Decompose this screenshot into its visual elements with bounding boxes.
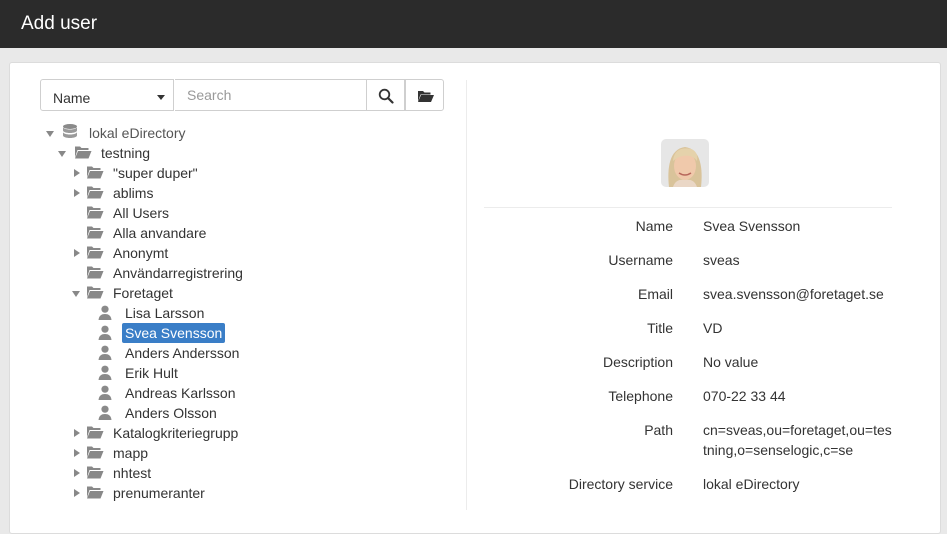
search-icon: [378, 88, 394, 104]
tree-node-label: Andreas Karlsson: [125, 385, 236, 401]
tree-node-label: ablims: [113, 185, 154, 201]
expand-toggle[interactable]: [72, 463, 82, 483]
window-title: Add user: [21, 13, 98, 34]
detail-value-directory-service: lokal eDirectory: [703, 476, 800, 492]
tree-node-label: Användarregistrering: [113, 265, 243, 281]
title-bar: Add user: [0, 0, 947, 48]
browse-folder-button[interactable]: [405, 79, 444, 111]
detail-label-name: Name: [635, 218, 673, 234]
caret-down-icon: [157, 95, 165, 100]
tree-node-label: Anders Olsson: [125, 405, 217, 421]
detail-label-username: Username: [608, 252, 673, 268]
tree-node-label: Erik Hult: [125, 365, 178, 381]
user-icon: [98, 345, 112, 360]
search-field-select[interactable]: Name: [40, 79, 174, 111]
detail-label-path: Path: [644, 422, 673, 438]
folder-icon: [87, 486, 104, 499]
detail-label-email: Email: [637, 286, 673, 302]
tree-node-label: prenumeranter: [113, 485, 205, 501]
detail-value-title: VD: [703, 320, 723, 336]
tree-node-label: lokal eDirectory: [89, 125, 186, 141]
tree-node-label: Anders Andersson: [125, 345, 240, 361]
detail-value-email: svea.svensson@foretaget.se: [703, 286, 884, 302]
expand-toggle[interactable]: [72, 483, 82, 503]
detail-value-username: sveas: [703, 252, 740, 268]
expand-toggle[interactable]: [72, 443, 82, 463]
folder-icon: [87, 446, 104, 459]
tree-node-label: Katalogkriteriegrupp: [113, 425, 239, 441]
expand-toggle[interactable]: [58, 143, 68, 163]
tree-node-label: "super duper": [113, 165, 198, 181]
expand-toggle[interactable]: [72, 163, 82, 183]
avatar-photo: [661, 139, 709, 187]
expand-toggle[interactable]: [46, 123, 56, 143]
expand-toggle[interactable]: [72, 423, 82, 443]
folder-open-icon: [87, 286, 104, 299]
database-icon: [63, 124, 77, 138]
expand-toggle[interactable]: [72, 243, 82, 263]
folder-icon: [87, 246, 104, 259]
detail-value-name: Svea Svensson: [703, 218, 801, 234]
detail-label-title: Title: [647, 320, 673, 336]
user-icon: [98, 385, 112, 400]
folder-icon: [87, 206, 104, 219]
tree-node-label: mapp: [113, 445, 149, 461]
tree-node-label: Lisa Larsson: [125, 305, 205, 321]
detail-label-telephone: Telephone: [608, 388, 673, 404]
user-icon: [98, 325, 112, 340]
panel-divider: [466, 80, 467, 510]
user-avatar: [661, 139, 709, 187]
folder-icon: [87, 266, 104, 279]
tree-node-label: Svea Svensson: [122, 323, 226, 343]
user-icon: [98, 405, 112, 420]
detail-value-telephone: 070-22 33 44: [703, 388, 786, 404]
detail-value-description: No value: [703, 354, 759, 370]
user-icon: [98, 365, 112, 380]
folder-icon: [87, 466, 104, 479]
detail-label-description: Description: [602, 354, 673, 370]
search-field-select-value: Name: [53, 90, 91, 106]
tree-node-label: Alla anvandare: [113, 225, 207, 241]
tree-node-label: nhtest: [113, 465, 152, 481]
detail-value-path-line2: tning,o=senselogic,c=se: [703, 442, 854, 458]
tree-node-label: All Users: [113, 205, 170, 221]
folder-open-icon: [418, 91, 434, 102]
tree-node-label: testning: [101, 145, 151, 161]
folder-open-icon: [75, 146, 92, 159]
folder-icon: [87, 226, 104, 239]
expand-toggle[interactable]: [72, 283, 82, 303]
search-input[interactable]: [175, 79, 367, 111]
folder-icon: [87, 426, 104, 439]
user-icon: [98, 305, 112, 320]
tree-node-label: Anonymt: [113, 245, 169, 261]
folder-icon: [87, 186, 104, 199]
detail-label-directory-service: Directory service: [568, 476, 673, 492]
folder-icon: [87, 166, 104, 179]
expand-toggle[interactable]: [72, 183, 82, 203]
tree-node-label: Foretaget: [113, 285, 173, 301]
details-separator: [484, 207, 892, 208]
detail-value-path-line1: cn=sveas,ou=foretaget,ou=tes: [703, 422, 892, 438]
search-button[interactable]: [366, 79, 405, 111]
